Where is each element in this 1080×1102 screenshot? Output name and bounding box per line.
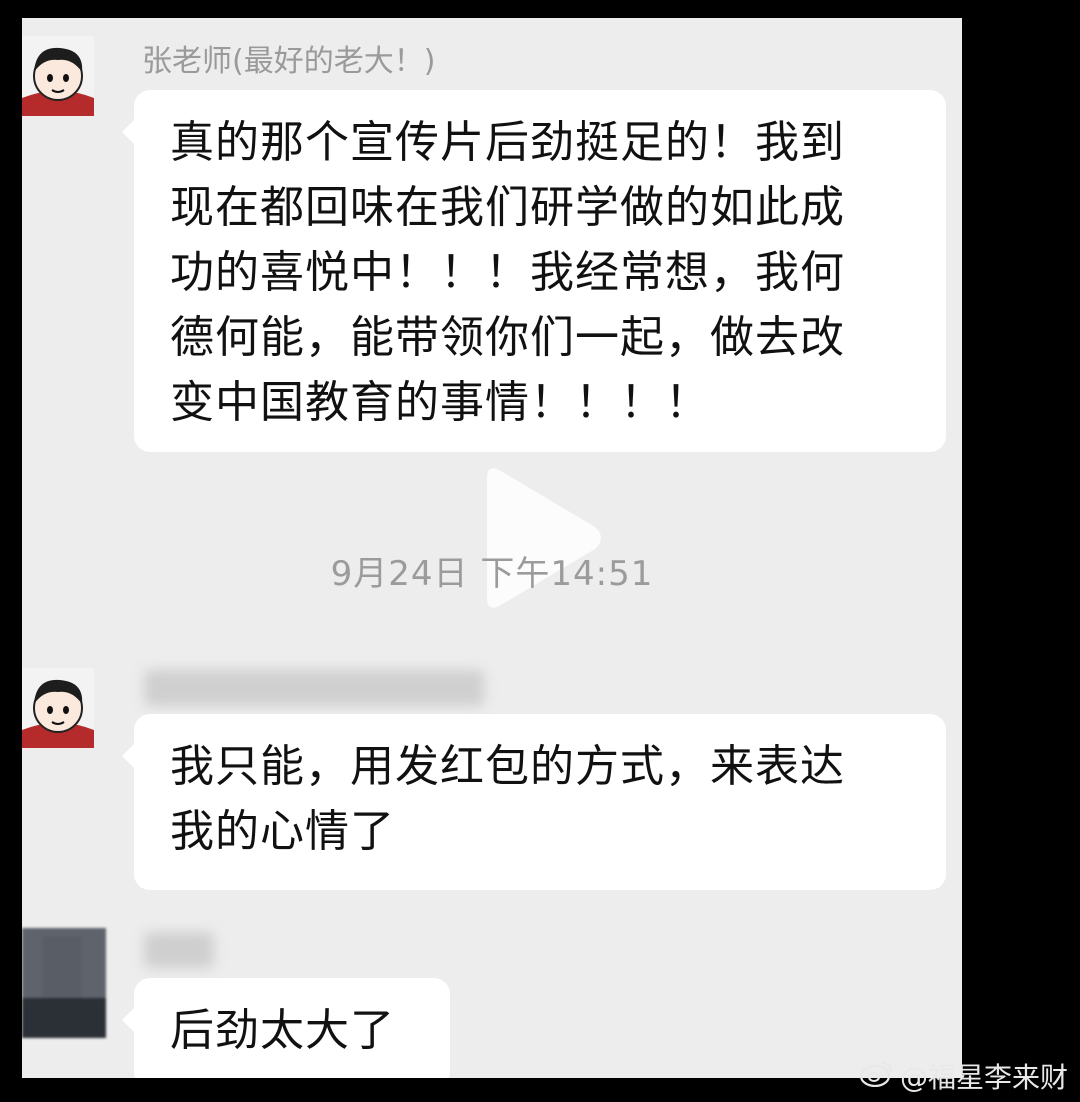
message-text-line: 我只能，用发红包的方式，来表达 [170,741,845,792]
message-bubble[interactable]: 我只能，用发红包的方式，来表达 我的心情了 [122,714,946,890]
weibo-logo-icon [859,1059,894,1094]
sender-name: 张老师(最好的老大！) [142,44,436,79]
message-text-line: 德何能，能带领你们一起，做去改 [170,312,845,363]
watermark-text: @福星李来财 [899,1061,1068,1094]
message-text-line: 功的喜悦中！！！我经常想，我何 [170,247,845,298]
sender-avatar[interactable] [22,928,106,1038]
message-timestamp: 9月24日 下午14:51 [330,554,654,594]
message-bubble[interactable]: 后劲太大了 [122,978,450,1078]
chat-screen: 张老师(最好的老大！) 真的那个宣传片后劲挺足的！我到 现在都回味在我们研学做的… [22,18,962,1078]
sender-name-redacted [144,670,484,706]
message-text-line: 后劲太大了 [170,1005,395,1056]
message-text-line: 真的那个宣传片后劲挺足的！我到 [170,117,845,168]
sender-avatar[interactable] [22,668,94,748]
sender-name-redacted [144,932,214,968]
message-text-line: 变中国教育的事情！！！！ [170,377,710,428]
message-bubble[interactable]: 真的那个宣传片后劲挺足的！我到 现在都回味在我们研学做的如此成 功的喜悦中！！！… [122,90,946,452]
watermark: @福星李来财 [859,1056,1068,1096]
sender-avatar[interactable] [22,36,94,116]
message-text-line: 我的心情了 [170,806,395,857]
message-text-line: 现在都回味在我们研学做的如此成 [170,182,845,233]
